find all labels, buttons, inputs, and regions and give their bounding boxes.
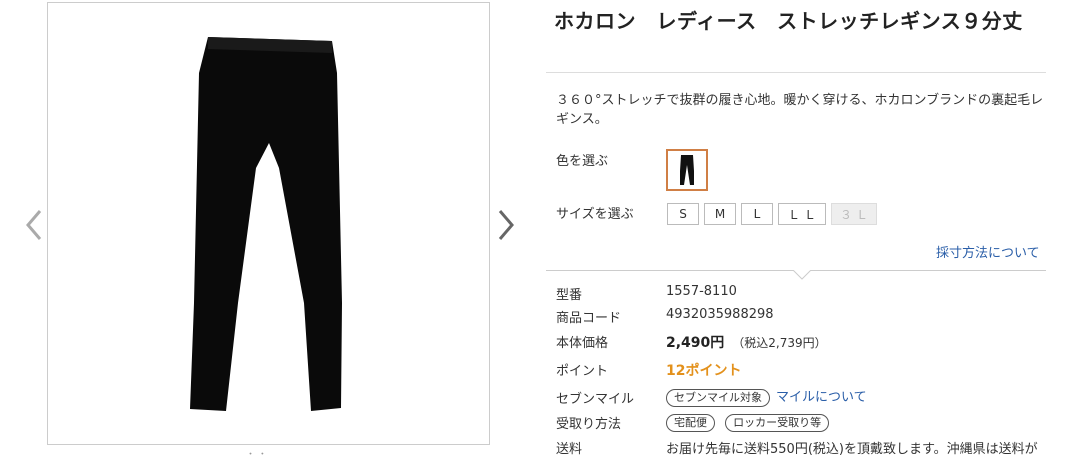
price: 2,490円 （税込2,739円） bbox=[666, 332, 827, 352]
size-button-s[interactable]: S bbox=[667, 203, 699, 225]
size-label: サイズを選ぶ bbox=[556, 207, 634, 222]
color-label: 色を選ぶ bbox=[556, 154, 609, 169]
chevron-left-icon bbox=[26, 210, 42, 240]
price-tax-included: （税込2,739円） bbox=[732, 336, 827, 350]
product-description: ３６０°ストレッチで抜群の履き心地。暖かく穿ける、ホカロンブランドの裏起毛レギン… bbox=[556, 93, 1044, 127]
size-button-m[interactable]: M bbox=[704, 203, 736, 225]
receive-method-row: 宅配便 ロッカー受取り等 bbox=[666, 414, 830, 432]
product-title: ホカロン レディース ストレッチレギンス９分丈 bbox=[554, 9, 1023, 33]
divider bbox=[546, 72, 1046, 73]
model-value: 1557-8110 bbox=[666, 284, 737, 299]
size-button-3l: ３Ｌ bbox=[831, 203, 877, 225]
chevron-right-icon bbox=[498, 210, 514, 240]
shipping-value: お届け先毎に送料550円(税込)を頂戴致します。沖縄県は送料が bbox=[666, 442, 1038, 457]
black-leggings-image bbox=[190, 37, 342, 411]
shipping-label: 送料 bbox=[556, 442, 583, 457]
prev-image-button[interactable] bbox=[22, 205, 46, 245]
product-code-value: 4932035988298 bbox=[666, 307, 774, 322]
measure-method-link[interactable]: 採寸方法について bbox=[936, 242, 1040, 261]
mile-info-link[interactable]: マイルについて bbox=[776, 390, 867, 405]
price-label: 本体価格 bbox=[556, 336, 609, 351]
seven-mile-badge: セブンマイル対象 bbox=[666, 389, 770, 407]
product-image-frame bbox=[47, 2, 490, 445]
color-swatch-black[interactable] bbox=[666, 149, 708, 191]
size-button-l[interactable]: L bbox=[741, 203, 773, 225]
home-delivery-badge: 宅配便 bbox=[666, 414, 715, 432]
price-value: 2,490円 bbox=[666, 335, 725, 351]
leggings-thumbnail-icon bbox=[680, 155, 694, 185]
point-value-wrap: 12ポイント bbox=[666, 360, 741, 380]
section-notch-icon bbox=[793, 270, 811, 280]
size-selector: S M L ＬＬ ３Ｌ bbox=[667, 203, 877, 225]
seven-mile-label: セブンマイル bbox=[556, 392, 635, 407]
size-button-ll[interactable]: ＬＬ bbox=[778, 203, 826, 225]
product-code-label: 商品コード bbox=[556, 311, 622, 326]
seven-mile-row: セブンマイル対象 マイルについて bbox=[666, 386, 867, 407]
point-value: 12ポイント bbox=[666, 363, 742, 379]
receive-method-label: 受取り方法 bbox=[556, 417, 622, 432]
model-label: 型番 bbox=[556, 288, 583, 303]
next-image-button[interactable] bbox=[494, 205, 518, 245]
locker-pickup-badge: ロッカー受取り等 bbox=[725, 414, 830, 432]
point-label: ポイント bbox=[556, 364, 609, 379]
